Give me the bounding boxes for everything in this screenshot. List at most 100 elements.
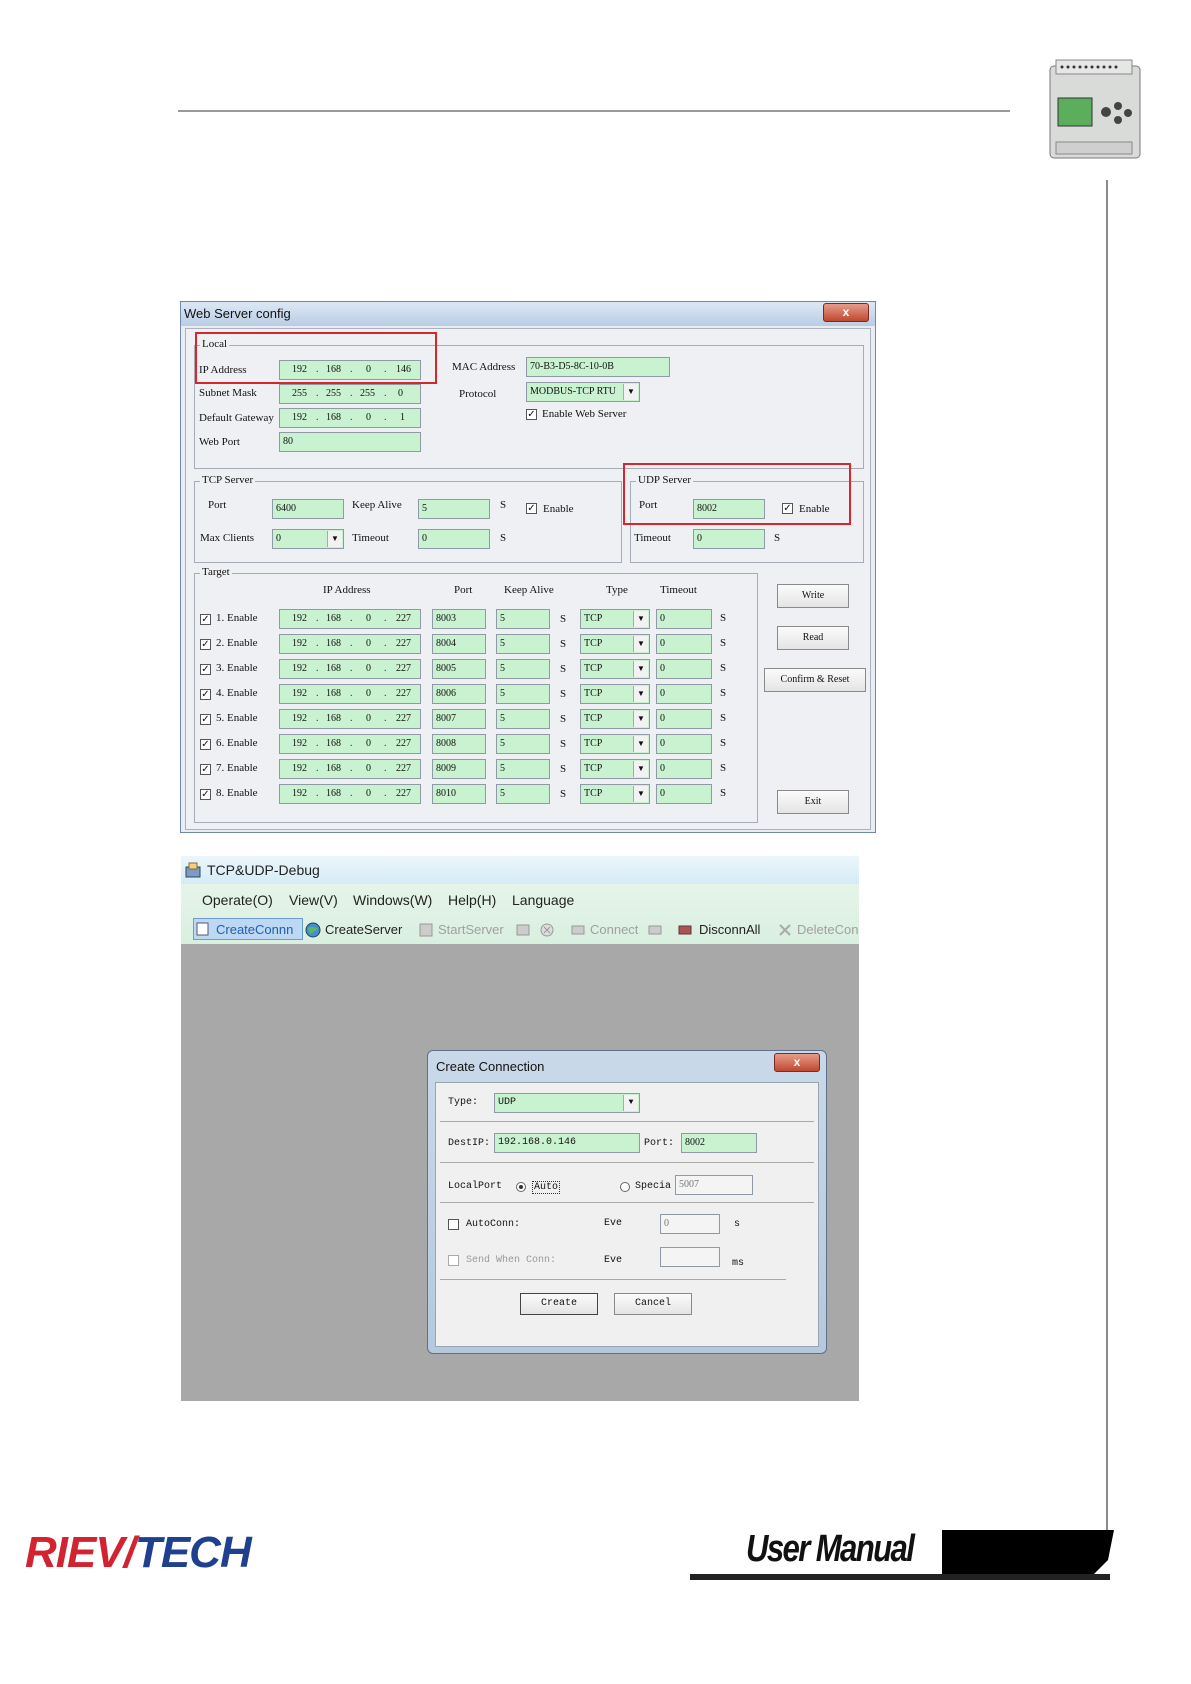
target-type-select[interactable]: TCP ▼ [580,784,650,804]
dialog-close-button[interactable]: x [774,1053,820,1072]
target-enable-checkbox[interactable]: ✓ [200,664,211,675]
target-keepalive-field[interactable]: 5 [496,609,550,629]
target-timeout-field[interactable]: 0 [656,784,712,804]
target-ip-field[interactable]: 192. 168. 0. 227 [279,759,421,779]
exit-button[interactable]: Exit [777,790,849,814]
target-type-select[interactable]: TCP ▼ [580,684,650,704]
target-type-select[interactable]: TCP ▼ [580,759,650,779]
tcp-keepalive-unit: S [500,499,507,511]
menu-language[interactable]: Language [512,892,574,908]
header-rule [178,110,1010,112]
type-select[interactable]: UDP ▼ [494,1093,640,1113]
udp-timeout-field[interactable]: 0 [693,529,765,549]
subnet-mask-field[interactable]: 255. 255. 255. 0 [279,384,421,404]
disconn-all-button[interactable]: DisconnAll [699,922,760,937]
autoconn-checkbox[interactable] [448,1219,459,1230]
target-port-field[interactable]: 8006 [432,684,486,704]
target-ip-field[interactable]: 192. 168. 0. 227 [279,659,421,679]
tcp-port-field[interactable]: 6400 [272,499,344,519]
autoconn-interval-field[interactable]: 0 [660,1214,720,1234]
target-ip-field[interactable]: 192. 168. 0. 227 [279,609,421,629]
target-type-select[interactable]: TCP ▼ [580,734,650,754]
target-port-field[interactable]: 8007 [432,709,486,729]
menu-operate[interactable]: Operate(O) [202,892,273,908]
tcp-keepalive-label: Keep Alive [352,499,402,511]
close-circle-icon[interactable] [539,922,555,938]
target-type-select[interactable]: TCP ▼ [580,709,650,729]
target-timeout-field[interactable]: 0 [656,709,712,729]
target-enable-checkbox[interactable]: ✓ [200,689,211,700]
target-port-field[interactable]: 8008 [432,734,486,754]
target-enable-checkbox[interactable]: ✓ [200,714,211,725]
default-gateway-field[interactable]: 192. 168. 0. 1 [279,408,421,428]
target-ip-field[interactable]: 192. 168. 0. 227 [279,709,421,729]
target-keepalive-field[interactable]: 5 [496,784,550,804]
target-enable-checkbox[interactable]: ✓ [200,789,211,800]
target-keepalive-field[interactable]: 5 [496,684,550,704]
target-port-field[interactable]: 8009 [432,759,486,779]
target-timeout-field[interactable]: 0 [656,684,712,704]
target-type-select[interactable]: TCP ▼ [580,659,650,679]
port-label: Port: [644,1138,675,1149]
protocol-select[interactable]: MODBUS-TCP RTU ▼ [526,382,640,402]
target-ip-field[interactable]: 192. 168. 0. 227 [279,634,421,654]
target-ip-field[interactable]: 192. 168. 0. 227 [279,784,421,804]
auto-radio[interactable] [516,1182,526,1192]
send-interval-field[interactable] [660,1247,720,1267]
target-port-field[interactable]: 8003 [432,609,486,629]
target-port-field[interactable]: 8004 [432,634,486,654]
target-keepalive-field[interactable]: 5 [496,709,550,729]
target-timeout-field[interactable]: 0 [656,659,712,679]
menu-view[interactable]: View(V) [289,892,338,908]
stop-server-icon[interactable] [515,922,531,938]
target-keepalive-unit: S [560,613,567,625]
special-port-field[interactable]: 5007 [675,1175,753,1195]
special-radio[interactable] [620,1182,630,1192]
menu-windows[interactable]: Windows(W) [353,892,432,908]
enable-web-server-checkbox[interactable]: ✓ [526,409,537,420]
tcp-enable-checkbox[interactable]: ✓ [526,503,537,514]
target-keepalive-field[interactable]: 5 [496,759,550,779]
target-type-select[interactable]: TCP ▼ [580,609,650,629]
target-timeout-field[interactable]: 0 [656,759,712,779]
tcp-keepalive-field[interactable]: 5 [418,499,490,519]
web-port-field[interactable]: 80 [279,432,421,452]
create-server-button[interactable]: CreateServer [325,922,402,937]
unit-s: s [734,1219,741,1230]
target-port-field[interactable]: 8010 [432,784,486,804]
target-enable-checkbox[interactable]: ✓ [200,739,211,750]
send-when-conn-checkbox[interactable] [448,1255,459,1266]
destip-field[interactable]: 192.168.0.146 [494,1133,640,1153]
cancel-button[interactable]: Cancel [614,1293,692,1315]
delete-conn-button[interactable]: DeleteCon [797,922,858,937]
create-conn-button[interactable]: CreateConnn [216,922,293,937]
target-port-field[interactable]: 8005 [432,659,486,679]
confirm-reset-button[interactable]: Confirm & Reset [764,668,866,692]
connect-button[interactable]: Connect [590,922,638,937]
target-enable-checkbox[interactable]: ✓ [200,639,211,650]
write-button[interactable]: Write [777,584,849,608]
max-clients-select[interactable]: 0 ▼ [272,529,344,549]
create-button[interactable]: Create [520,1293,598,1315]
target-keepalive-field[interactable]: 5 [496,659,550,679]
target-enable-checkbox[interactable]: ✓ [200,614,211,625]
start-server-button[interactable]: StartServer [438,922,504,937]
window-body: Local IP Address 192. 168. 0. 146 Subnet… [185,328,871,830]
mac-address-field[interactable]: 70-B3-D5-8C-10-0B [526,357,670,377]
target-keepalive-field[interactable]: 5 [496,634,550,654]
port-field[interactable]: 8002 [681,1133,757,1153]
disconnect-icon[interactable] [647,922,663,938]
target-type-select[interactable]: TCP ▼ [580,634,650,654]
target-timeout-unit: S [720,612,727,624]
target-keepalive-field[interactable]: 5 [496,734,550,754]
read-button[interactable]: Read [777,626,849,650]
target-timeout-field[interactable]: 0 [656,634,712,654]
target-ip-field[interactable]: 192. 168. 0. 227 [279,734,421,754]
target-ip-field[interactable]: 192. 168. 0. 227 [279,684,421,704]
menu-help[interactable]: Help(H) [448,892,496,908]
close-button[interactable]: x [823,303,869,322]
target-timeout-field[interactable]: 0 [656,609,712,629]
tcp-timeout-field[interactable]: 0 [418,529,490,549]
target-enable-checkbox[interactable]: ✓ [200,764,211,775]
target-timeout-field[interactable]: 0 [656,734,712,754]
